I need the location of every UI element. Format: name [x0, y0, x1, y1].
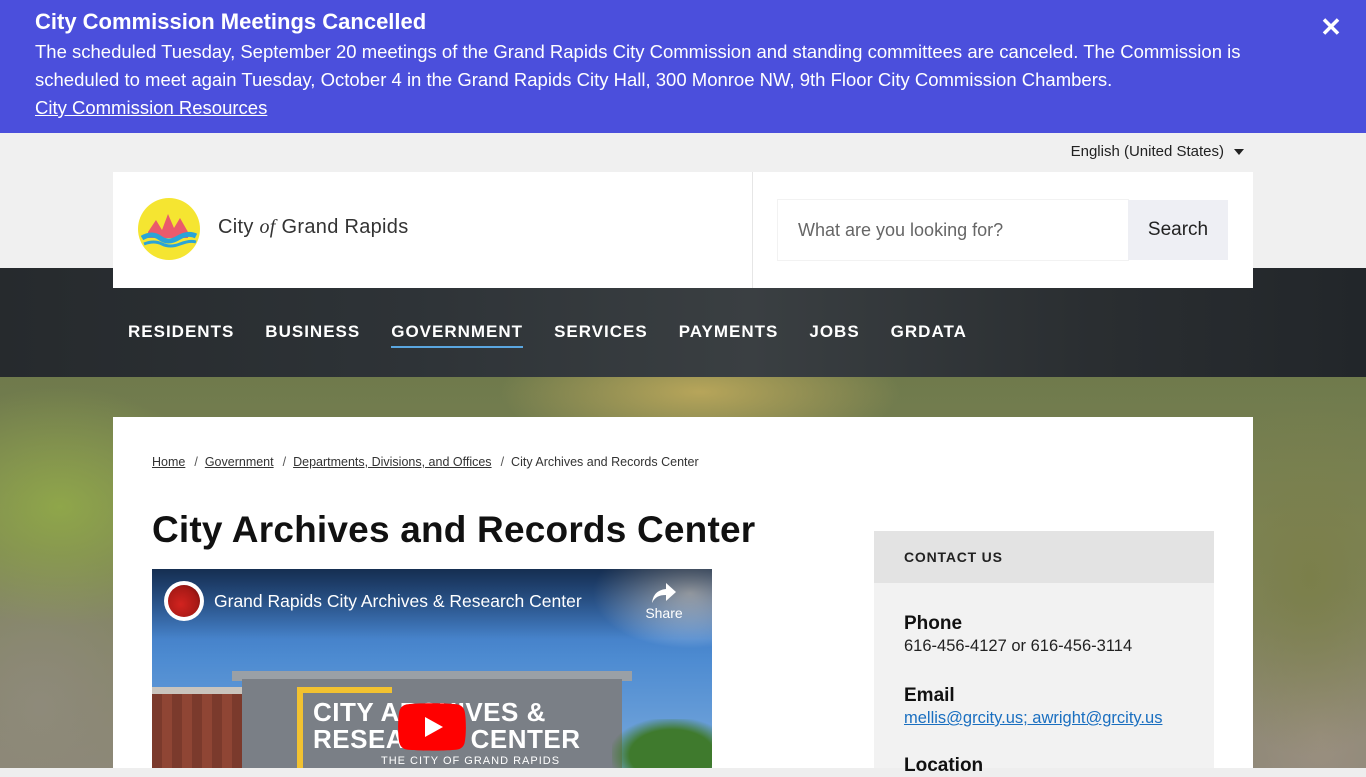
nav-government[interactable]: GOVERNMENT	[391, 322, 524, 348]
contact-card: CONTACT US Phone 616-456-4127 or 616-456…	[874, 531, 1214, 776]
alert-link[interactable]: City Commission Resources	[35, 94, 267, 122]
video-logo-frame-side	[297, 687, 303, 768]
brand-text-post: Grand Rapids	[275, 216, 409, 238]
video-tree	[612, 719, 712, 768]
video-player[interactable]: CITY ARCHIVES & RESEARCH CENTER THE CITY…	[152, 569, 712, 768]
phone-value: 616-456-4127 or 616-456-3114	[904, 637, 1133, 655]
alert-title: City Commission Meetings Cancelled	[35, 9, 427, 34]
breadcrumb-home[interactable]: Home	[152, 455, 185, 469]
breadcrumb-departments[interactable]: Departments, Divisions, and Offices	[293, 455, 491, 469]
language-selector[interactable]: English (United States)	[1071, 143, 1244, 160]
alert-body: The scheduled Tuesday, September 20 meet…	[35, 41, 1241, 90]
brand-text-of: of	[259, 216, 276, 238]
channel-avatar[interactable]	[164, 581, 204, 621]
site-header: City of Grand Rapids Search	[113, 172, 1253, 288]
search-button[interactable]: Search	[1128, 200, 1228, 260]
search-input[interactable]	[778, 200, 1128, 260]
nav-jobs[interactable]: JOBS	[809, 322, 859, 348]
breadcrumb-government[interactable]: Government	[205, 455, 274, 469]
nav-grdata[interactable]: GRDATA	[891, 322, 967, 348]
brand-name[interactable]: City of Grand Rapids	[218, 216, 409, 239]
breadcrumb-separator: /	[282, 455, 287, 469]
video-thumb-line3: THE CITY OF GRAND RAPIDS	[381, 755, 561, 767]
email-link[interactable]: mellis@grcity.us; awright@grcity.us	[904, 709, 1162, 728]
nav-business[interactable]: BUSINESS	[265, 322, 360, 348]
brand-text-pre: City	[218, 216, 260, 238]
breadcrumb-current: City Archives and Records Center	[511, 455, 699, 469]
play-icon[interactable]	[398, 703, 466, 751]
nav-services[interactable]: SERVICES	[554, 322, 648, 348]
channel-avatar-image	[168, 585, 200, 617]
email-label: Email	[904, 685, 955, 706]
breadcrumb-separator: /	[500, 455, 505, 469]
phone-label: Phone	[904, 613, 963, 634]
chevron-down-icon	[1234, 148, 1244, 155]
breadcrumb: Home / Government / Departments, Divisio…	[152, 455, 699, 469]
language-label: English (United States)	[1070, 143, 1224, 160]
header-divider	[752, 172, 753, 288]
contact-heading: CONTACT US	[874, 531, 1214, 583]
close-icon[interactable]: ✕	[1318, 14, 1344, 40]
content-card: Home / Government / Departments, Divisio…	[113, 417, 1253, 776]
nav-payments[interactable]: PAYMENTS	[679, 322, 779, 348]
alert-banner: City Commission Meetings Cancelled The s…	[0, 0, 1366, 133]
breadcrumb-separator: /	[194, 455, 198, 469]
video-title[interactable]: Grand Rapids City Archives & Research Ce…	[214, 591, 582, 612]
main-nav: RESIDENTS BUSINESS GOVERNMENT SERVICES P…	[128, 322, 998, 348]
share-icon	[652, 583, 676, 603]
nav-residents[interactable]: RESIDENTS	[128, 322, 234, 348]
page-title: City Archives and Records Center	[152, 509, 756, 550]
video-brick-building	[152, 694, 247, 768]
share-label: Share	[645, 605, 683, 621]
location-label: Location	[904, 755, 984, 776]
video-share-button[interactable]: Share	[642, 583, 686, 621]
city-logo-icon[interactable]	[138, 198, 200, 260]
